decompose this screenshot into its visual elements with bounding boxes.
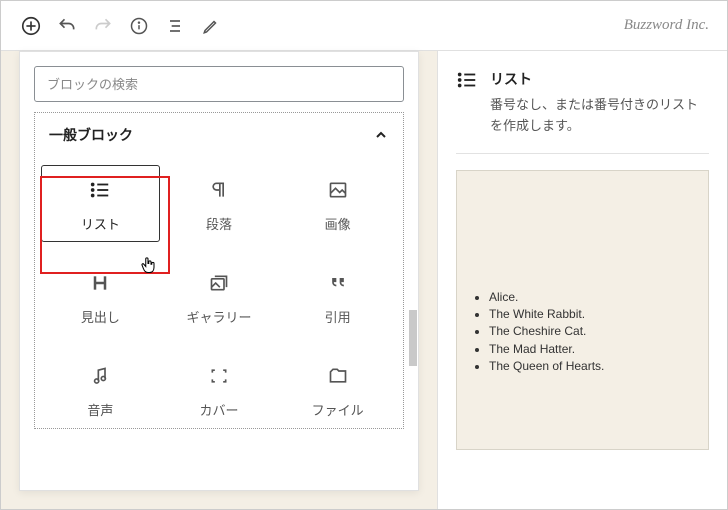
block-item-cover[interactable]: カバー <box>160 351 279 428</box>
preview-list-item: The Cheshire Cat. <box>489 323 694 340</box>
block-item-audio[interactable]: 音声 <box>41 351 160 428</box>
heading-icon <box>88 271 112 295</box>
edit-button[interactable] <box>193 8 229 44</box>
file-icon <box>326 364 350 388</box>
block-search-input[interactable] <box>34 66 404 102</box>
cover-icon <box>207 364 231 388</box>
block-preview: Alice. The White Rabbit. The Cheshire Ca… <box>456 170 709 450</box>
redo-button[interactable] <box>85 8 121 44</box>
block-label: 見出し <box>81 307 120 326</box>
chevron-up-icon <box>373 127 389 143</box>
block-item-list[interactable]: リスト <box>41 165 160 242</box>
image-icon <box>326 178 350 202</box>
preview-list-item: The White Rabbit. <box>489 306 694 323</box>
sidebar-block-desc: 番号なし、または番号付きのリストを作成します。 <box>490 95 709 137</box>
list-icon <box>88 178 112 202</box>
preview-list-item: Alice. <box>489 289 694 306</box>
quote-icon <box>326 271 350 295</box>
sidebar-block-title: リスト <box>490 69 709 89</box>
preview-list-item: The Mad Hatter. <box>489 341 694 358</box>
category-title: 一般ブロック <box>49 125 133 145</box>
brand-label: Buzzword Inc. <box>624 17 715 34</box>
block-inserter-panel: 一般ブロック リスト <box>19 51 419 491</box>
block-item-quote[interactable]: 引用 <box>278 258 397 335</box>
inserter-scrollbar[interactable] <box>409 310 417 366</box>
block-label: リスト <box>81 214 120 233</box>
category-header[interactable]: 一般ブロック <box>35 113 403 157</box>
block-label: 段落 <box>206 214 232 233</box>
preview-list-item: The Queen of Hearts. <box>489 358 694 375</box>
top-toolbar: Buzzword Inc. <box>1 1 727 51</box>
block-sidebar-panel: リスト 番号なし、または番号付きのリストを作成します。 Alice. The W… <box>437 51 727 509</box>
block-item-file[interactable]: ファイル <box>278 351 397 428</box>
undo-button[interactable] <box>49 8 85 44</box>
add-block-button[interactable] <box>13 8 49 44</box>
info-button[interactable] <box>121 8 157 44</box>
block-label: 引用 <box>325 307 351 326</box>
block-label: カバー <box>199 400 238 419</box>
block-item-image[interactable]: 画像 <box>278 165 397 242</box>
block-label: 画像 <box>325 214 351 233</box>
block-label: ファイル <box>312 400 364 419</box>
paragraph-icon <box>207 178 231 202</box>
outline-button[interactable] <box>157 8 193 44</box>
divider <box>456 153 709 154</box>
block-label: 音声 <box>87 400 113 419</box>
gallery-icon <box>207 271 231 295</box>
block-item-gallery[interactable]: ギャラリー <box>160 258 279 335</box>
block-label: ギャラリー <box>186 307 251 326</box>
list-icon <box>456 69 478 137</box>
audio-icon <box>88 364 112 388</box>
block-item-heading[interactable]: 見出し <box>41 258 160 335</box>
block-item-paragraph[interactable]: 段落 <box>160 165 279 242</box>
category-common-blocks: 一般ブロック リスト <box>34 112 404 429</box>
